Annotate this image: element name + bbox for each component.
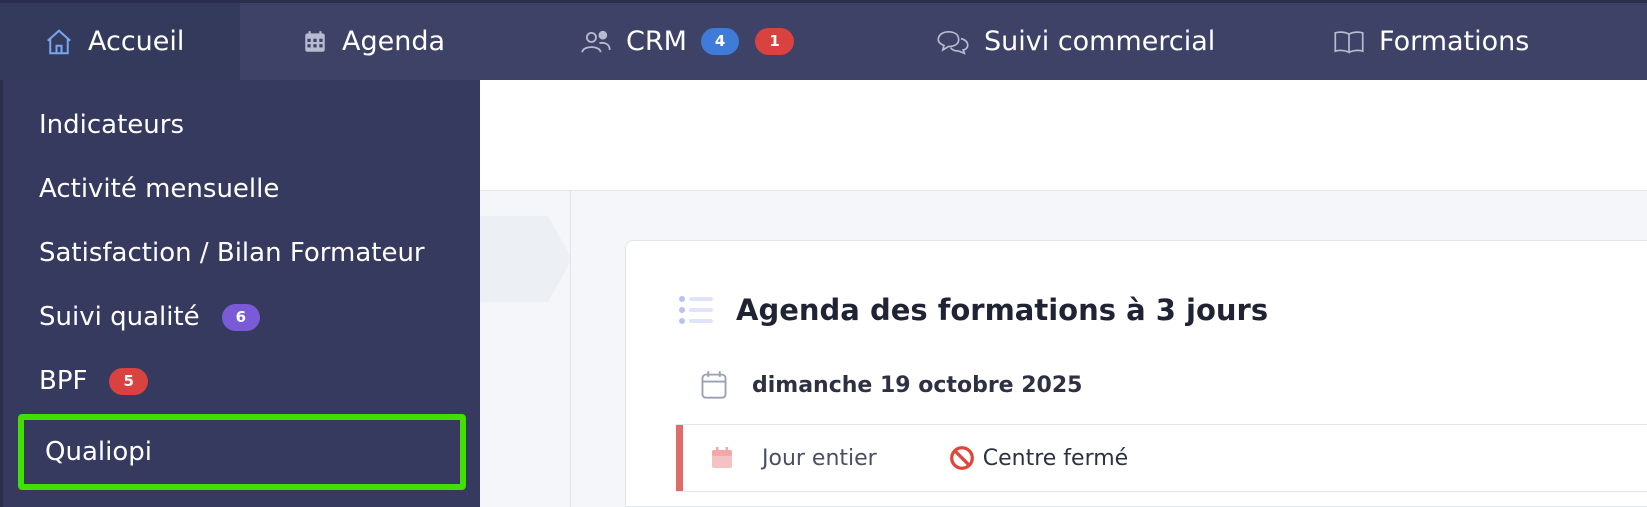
agenda-event-row[interactable]: Jour entier Centre fermé [676,425,1647,491]
no-entry-icon [949,445,975,471]
date-heading: dimanche 19 octobre 2025 [700,370,1082,400]
menu-item-indicateurs[interactable]: Indicateurs [3,92,483,158]
menu-item-activite-mensuelle[interactable]: Activité mensuelle [3,156,483,222]
calendar-icon [302,29,328,55]
chat-icon [936,28,970,56]
panel-title: Agenda des formations à 3 jours [736,293,1269,327]
nav-label-suivi-commercial: Suivi commercial [984,26,1216,57]
nav-item-accueil[interactable]: Accueil [0,3,240,80]
bpf-badge: 5 [109,367,148,395]
page-header-area [480,80,1647,190]
event-status-label: Centre fermé [982,445,1129,471]
crm-badge-alert: 1 [755,28,794,55]
book-icon [1333,29,1365,55]
menu-label: Suivi qualité [39,302,200,332]
accueil-dropdown-menu: Indicateurs Activité mensuelle Satisfact… [0,80,480,507]
users-icon [580,28,612,56]
menu-item-bpf[interactable]: BPF 5 [3,348,483,414]
calendar-outline-icon [700,370,728,400]
panel-header: Agenda des formations à 3 jours [678,293,1268,327]
nav-label-formations: Formations [1379,26,1530,57]
menu-item-qualiopi[interactable]: Qualiopi [18,414,466,490]
column-divider [570,190,571,507]
crm-badge-count: 4 [700,28,740,55]
home-icon [44,27,74,57]
nav-item-suivi-commercial[interactable]: Suivi commercial [936,3,1215,80]
menu-label: Indicateurs [39,110,185,140]
menu-item-suivi-qualite[interactable]: Suivi qualité 6 [3,284,483,350]
nav-item-formations[interactable]: Formations [1333,3,1529,80]
menu-label: Qualiopi [45,437,152,467]
suivi-qualite-badge: 6 [221,303,261,331]
menu-item-satisfaction-bilan-formateur[interactable]: Satisfaction / Bilan Formateur [3,220,483,286]
nav-label-crm: CRM [626,26,687,57]
row-separator-bottom [676,491,1647,492]
event-time: Jour entier [762,445,877,471]
event-status: Centre fermé [949,445,1128,471]
menu-label: BPF [39,366,88,396]
nav-label-agenda: Agenda [342,26,446,57]
nav-item-crm[interactable]: CRM 4 1 [580,3,794,80]
nav-label-accueil: Accueil [88,26,185,57]
nav-item-agenda[interactable]: Agenda [302,3,445,80]
list-icon [678,294,714,326]
top-navigation: Accueil Agenda CRM 4 1 Suivi commercial … [0,0,1647,80]
menu-label: Satisfaction / Bilan Formateur [39,238,425,268]
menu-label: Activité mensuelle [39,174,280,204]
date-label: dimanche 19 octobre 2025 [752,372,1083,398]
calendar-event-icon [710,446,734,470]
